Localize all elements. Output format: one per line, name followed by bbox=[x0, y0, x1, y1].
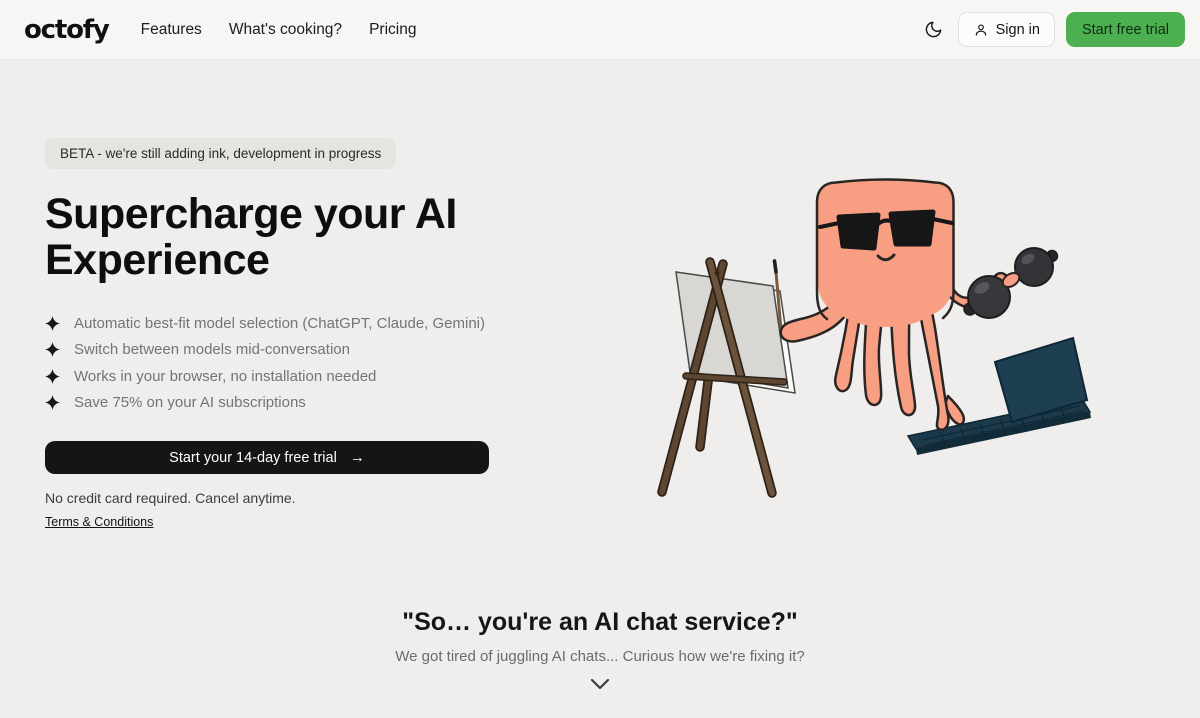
hero-title-line2: Experience bbox=[45, 236, 269, 284]
fine-print: No credit card required. Cancel anytime. bbox=[45, 490, 625, 506]
header-actions: Sign in Start free trial bbox=[920, 12, 1185, 47]
theme-toggle-button[interactable] bbox=[920, 16, 947, 43]
chevron-down-icon[interactable] bbox=[0, 678, 1200, 690]
cta-label: Start your 14-day free trial bbox=[169, 450, 337, 466]
nav-item-features[interactable]: Features bbox=[141, 21, 202, 39]
sign-in-button[interactable]: Sign in bbox=[958, 12, 1055, 47]
quote-section: "So… you're an AI chat service?" We got … bbox=[0, 608, 1200, 690]
octopus-illustration bbox=[640, 160, 1100, 510]
beta-badge: BETA - we're still adding ink, developme… bbox=[45, 138, 396, 169]
feature-text: Automatic best-fit model selection (Chat… bbox=[74, 315, 485, 332]
sign-in-label: Sign in bbox=[996, 22, 1040, 38]
feature-text: Works in your browser, no installation n… bbox=[74, 368, 376, 385]
quote-subtitle: We got tired of juggling AI chats... Cur… bbox=[0, 648, 1200, 665]
user-icon bbox=[973, 22, 989, 38]
hero-title-line1: Supercharge your AI bbox=[45, 190, 457, 238]
header: octofy Features What's cooking? Pricing … bbox=[0, 0, 1200, 60]
start-free-trial-button[interactable]: Start free trial bbox=[1066, 12, 1185, 47]
landing-page: octofy Features What's cooking? Pricing … bbox=[0, 0, 1200, 718]
octopus-head bbox=[817, 179, 954, 327]
sparkle-icon bbox=[45, 342, 60, 357]
nav-item-whats-cooking[interactable]: What's cooking? bbox=[229, 21, 342, 39]
moon-icon bbox=[924, 20, 943, 39]
feature-item: Save 75% on your AI subscriptions bbox=[45, 390, 625, 417]
feature-text: Switch between models mid-conversation bbox=[74, 341, 350, 358]
cta-start-trial-button[interactable]: Start your 14-day free trial → bbox=[45, 441, 489, 474]
feature-item: Automatic best-fit model selection (Chat… bbox=[45, 310, 625, 337]
easel bbox=[662, 262, 795, 493]
nav-item-pricing[interactable]: Pricing bbox=[369, 21, 416, 39]
sparkle-icon bbox=[45, 395, 60, 410]
quote-heading: "So… you're an AI chat service?" bbox=[0, 608, 1200, 637]
feature-list: Automatic best-fit model selection (Chat… bbox=[45, 310, 625, 416]
logo[interactable]: octofy bbox=[24, 15, 109, 45]
feature-item: Switch between models mid-conversation bbox=[45, 337, 625, 364]
hero-title: Supercharge your AIExperience bbox=[45, 191, 625, 283]
sparkle-icon bbox=[45, 316, 60, 331]
hero-section: BETA - we're still adding ink, developme… bbox=[45, 138, 625, 531]
terms-link[interactable]: Terms & Conditions bbox=[45, 515, 153, 529]
feature-text: Save 75% on your AI subscriptions bbox=[74, 394, 306, 411]
feature-item: Works in your browser, no installation n… bbox=[45, 363, 625, 390]
main-nav: Features What's cooking? Pricing bbox=[141, 21, 417, 39]
dumbbell-icon bbox=[964, 248, 1058, 318]
sparkle-icon bbox=[45, 369, 60, 384]
arrow-right-icon: → bbox=[350, 450, 365, 465]
